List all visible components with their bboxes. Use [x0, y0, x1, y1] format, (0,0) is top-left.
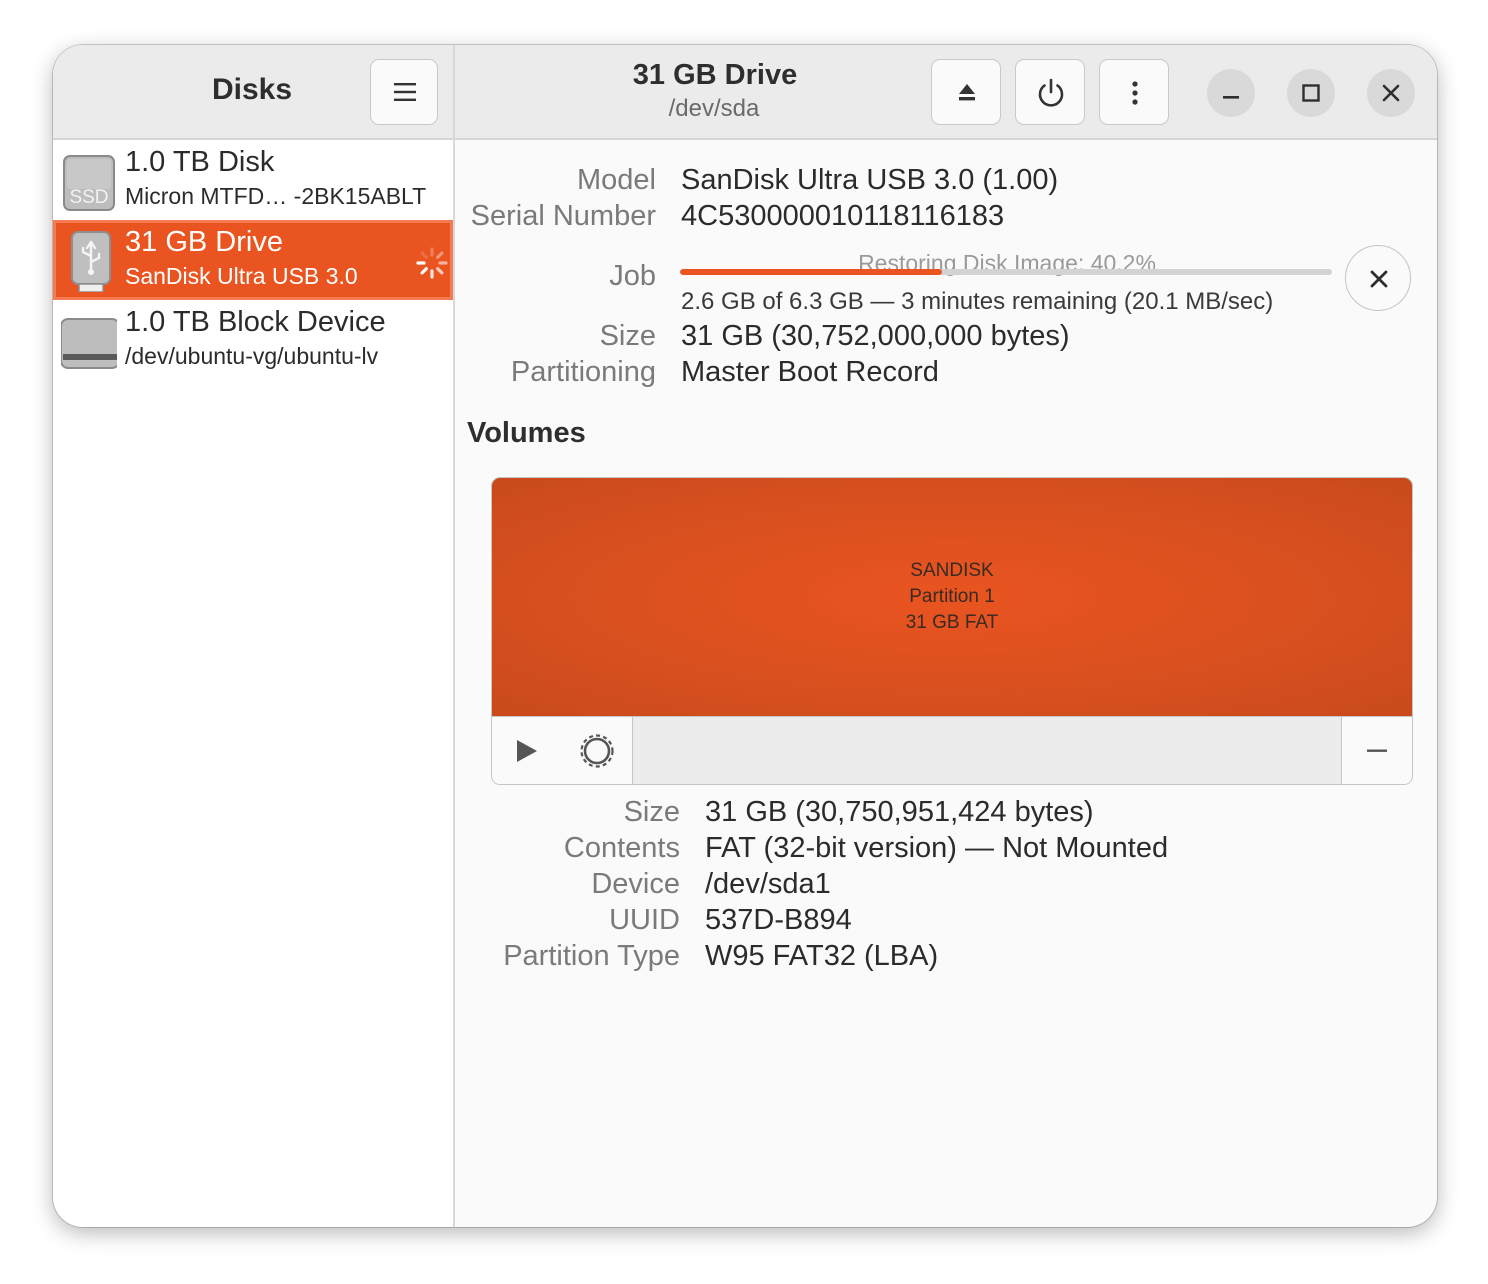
close-window-button[interactable]: [1367, 69, 1415, 117]
drive-path-subtitle: /dev/sda: [668, 95, 760, 122]
maximize-button[interactable]: [1287, 69, 1335, 117]
play-icon: [517, 740, 537, 762]
eject-button[interactable]: [931, 59, 1001, 125]
serial-number-value: 4C530000010118116183: [681, 200, 1005, 232]
cancel-icon: [1370, 270, 1388, 288]
close-icon: [1382, 84, 1400, 102]
drive-item-31gb-drive[interactable]: 31 GB Drive SanDisk Ultra USB 3.0: [53, 220, 453, 300]
power-off-button[interactable]: [1015, 59, 1085, 125]
size-value: 31 GB (30,752,000,000 bytes): [681, 320, 1070, 352]
contents-value: FAT (32-bit version) — Not Mounted: [705, 832, 1169, 864]
sidebar: Disks SSD 1.0 TB Disk Micron MTFD… -2BK1…: [53, 45, 455, 1227]
partitioning-label: Partitioning: [510, 356, 656, 388]
partition-1-block[interactable]: SANDISK Partition 1 31 GB FAT: [492, 478, 1412, 716]
uuid-label: UUID: [609, 904, 680, 936]
drive-options-button[interactable]: [1099, 59, 1169, 125]
disks-window: Disks SSD 1.0 TB Disk Micron MTFD… -2BK1…: [53, 45, 1437, 1227]
drive-item-block-device[interactable]: 1.0 TB Block Device /dev/ubuntu-vg/ubunt…: [53, 300, 453, 380]
minimize-button[interactable]: [1207, 69, 1255, 117]
drive-item-1tb-disk[interactable]: SSD 1.0 TB Disk Micron MTFD… -2BK15ABLT: [53, 140, 453, 220]
volume-toolbar: [492, 716, 1412, 784]
ssd-icon: SSD: [63, 155, 115, 211]
partitioning-value: Master Boot Record: [681, 356, 939, 388]
contents-label: Contents: [563, 832, 680, 864]
drive-subtitle: SanDisk Ultra USB 3.0: [125, 263, 358, 289]
device-label: Device: [591, 868, 680, 900]
volume-map: SANDISK Partition 1 31 GB FAT: [491, 477, 1413, 785]
drive-list: SSD 1.0 TB Disk Micron MTFD… -2BK15ABLT …: [53, 140, 453, 380]
model-value: SanDisk Ultra USB 3.0 (1.00): [681, 164, 1059, 196]
block-device-icon: [61, 318, 117, 369]
mount-button[interactable]: [492, 717, 563, 784]
partition-type-label: Partition Type: [503, 940, 680, 972]
power-icon: [1038, 78, 1064, 107]
eject-icon: [959, 84, 975, 101]
drive-title-header: 31 GB Drive: [632, 59, 798, 91]
volumes-heading: Volumes: [467, 417, 586, 449]
maximize-icon: [1302, 84, 1320, 102]
partition-name: SANDISK: [910, 560, 994, 581]
sidebar-header: Disks: [53, 45, 453, 140]
delete-partition-button[interactable]: [1341, 717, 1412, 784]
drive-title: 31 GB Drive: [125, 226, 283, 258]
busy-spinner-icon: [416, 247, 448, 279]
usb-drive-icon: [71, 231, 111, 292]
model-label: Model: [577, 164, 656, 196]
partition-settings-button[interactable]: [562, 717, 633, 784]
job-label: Job: [609, 260, 656, 292]
serial-number-label: Serial Number: [470, 200, 656, 232]
job-progress-bar: [680, 269, 1332, 275]
drive-subtitle: Micron MTFD… -2BK15ABLT: [125, 183, 427, 209]
partition-label: Partition 1: [909, 586, 995, 607]
main-menu-button[interactable]: [370, 59, 438, 125]
size-label: Size: [599, 320, 656, 352]
partition-detail: 31 GB FAT: [905, 612, 999, 633]
hamburger-menu-icon: [394, 83, 416, 101]
cancel-job-button[interactable]: [1345, 245, 1411, 311]
drive-title: 1.0 TB Block Device: [125, 306, 386, 338]
minimize-icon: [1223, 96, 1239, 99]
uuid-value: 537D-B894: [705, 904, 852, 936]
minus-icon: [1367, 749, 1387, 752]
volume-size-label: Size: [623, 796, 680, 828]
drive-title: 1.0 TB Disk: [125, 146, 275, 178]
partition-type-value: W95 FAT32 (LBA): [705, 940, 939, 972]
job-detail: 2.6 GB of 6.3 GB — 3 minutes remaining (…: [681, 288, 1274, 315]
more-options-icon: [1132, 81, 1138, 105]
ssd-icon-label: SSD: [69, 187, 108, 208]
job-progress-fill: [680, 269, 943, 275]
volume-size-value: 31 GB (30,750,951,424 bytes): [705, 796, 1094, 828]
gear-icon: [580, 734, 614, 768]
device-value: /dev/sda1: [705, 868, 831, 900]
drive-subtitle: /dev/ubuntu-vg/ubuntu-lv: [125, 343, 379, 369]
